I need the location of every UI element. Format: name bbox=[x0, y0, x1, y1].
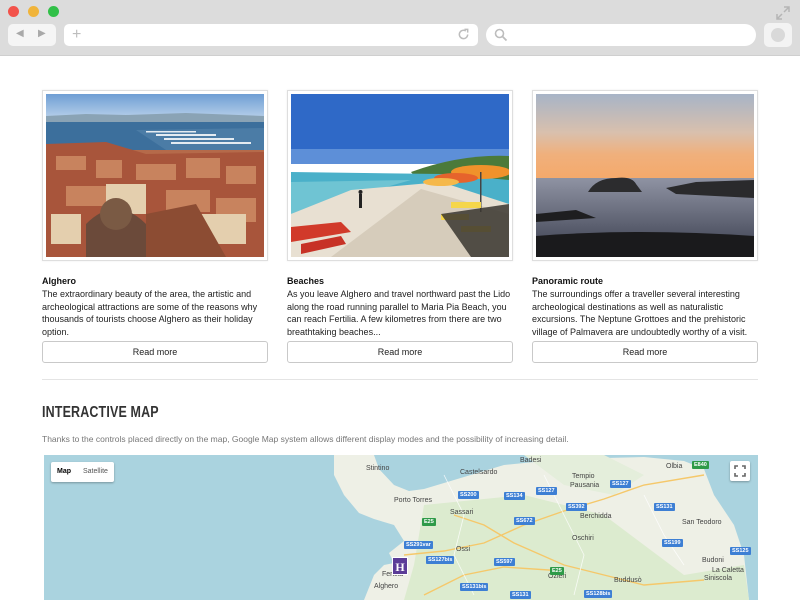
road-label: SS291var bbox=[404, 541, 433, 549]
card-text: The extraordinary beauty of the area, th… bbox=[42, 289, 258, 338]
map-place-label: Sassari bbox=[450, 509, 474, 516]
road-label: SS131 bbox=[510, 591, 531, 599]
map-place-label: Oschiri bbox=[572, 535, 594, 542]
search-icon bbox=[494, 28, 508, 42]
card-title: Alghero bbox=[42, 276, 77, 286]
panoramic-route-photo bbox=[532, 90, 758, 261]
beaches-photo bbox=[287, 90, 513, 261]
fullscreen-button[interactable] bbox=[730, 461, 750, 481]
map-place-label: Stintino bbox=[366, 465, 390, 472]
extension-button[interactable] bbox=[764, 23, 792, 47]
map-place-label: Tempio bbox=[572, 473, 595, 480]
address-bar[interactable]: + bbox=[64, 24, 478, 46]
road-label: SS131 bbox=[654, 503, 675, 511]
map-place-label: Ossi bbox=[456, 546, 470, 553]
hotel-marker-icon[interactable]: H bbox=[392, 557, 408, 575]
reload-icon[interactable] bbox=[457, 28, 470, 41]
new-tab-icon[interactable]: + bbox=[72, 25, 81, 45]
map-place-label: Porto Torres bbox=[394, 497, 432, 504]
section-divider bbox=[42, 379, 758, 380]
map-place-label: Olbia bbox=[666, 463, 683, 470]
map-section-title: INTERACTIVE MAP bbox=[42, 404, 159, 421]
map-place-label: Siniscola bbox=[704, 575, 733, 582]
map-place-label: Berchidda bbox=[580, 513, 612, 520]
minimize-window-button[interactable] bbox=[28, 6, 39, 17]
card-title: Beaches bbox=[287, 276, 325, 286]
fullscreen-icon bbox=[734, 465, 746, 477]
navigation-buttons: ◀ ▶ bbox=[8, 24, 56, 46]
card-title: Panoramic route bbox=[532, 276, 604, 286]
card-panoramic-route: Panoramic route The surroundings offer a… bbox=[532, 90, 758, 363]
search-bar[interactable] bbox=[486, 24, 756, 46]
road-label: SS200 bbox=[458, 491, 479, 499]
close-window-button[interactable] bbox=[8, 6, 19, 17]
read-more-button[interactable]: Read more bbox=[42, 341, 268, 363]
road-label: SS392 bbox=[566, 503, 587, 511]
maximize-window-button[interactable] bbox=[48, 6, 59, 17]
card-text: As you leave Alghero and travel northwar… bbox=[287, 289, 511, 338]
map-type-toggle: Map Satellite bbox=[51, 462, 114, 482]
map-place-label: Buddusò bbox=[614, 577, 642, 584]
road-label: SS127 bbox=[610, 480, 631, 488]
card-beaches: Beaches As you leave Alghero and travel … bbox=[287, 90, 513, 363]
road-label: SS125 bbox=[730, 547, 751, 555]
map-place-label: Pausania bbox=[570, 482, 600, 489]
interactive-map[interactable]: Map Satellite Stintino Badesi Castelsard… bbox=[44, 455, 758, 600]
road-label: SS127bis bbox=[426, 556, 455, 564]
road-label: SS128bis bbox=[584, 590, 613, 598]
map-place-label: La Caletta bbox=[712, 567, 744, 574]
map-place-label: San Teodoro bbox=[682, 519, 722, 526]
road-label: E25 bbox=[422, 518, 436, 526]
read-more-button[interactable]: Read more bbox=[287, 341, 513, 363]
read-more-button[interactable]: Read more bbox=[532, 341, 758, 363]
map-section-description: Thanks to the controls placed directly o… bbox=[42, 434, 569, 444]
map-place-label: Alghero bbox=[374, 583, 399, 590]
forward-icon[interactable]: ▶ bbox=[38, 28, 46, 39]
road-label: SS131bis bbox=[460, 583, 489, 591]
road-label: E25 bbox=[550, 567, 564, 575]
road-label: SS597 bbox=[494, 558, 515, 566]
map-place-label: Castelsardo bbox=[460, 469, 498, 476]
back-icon[interactable]: ◀ bbox=[16, 28, 24, 39]
road-label: SS199 bbox=[662, 539, 683, 547]
map-place-label: Badesi bbox=[520, 457, 542, 464]
road-label: SS672 bbox=[514, 517, 535, 525]
map-view-button[interactable]: Map bbox=[51, 462, 77, 482]
road-label: SS127 bbox=[536, 487, 557, 495]
satellite-view-button[interactable]: Satellite bbox=[77, 462, 114, 482]
map-place-label: Budoni bbox=[702, 557, 724, 564]
browser-toolbar: ◀ ▶ + bbox=[0, 0, 800, 56]
card-text: The surroundings offer a traveller sever… bbox=[532, 289, 748, 338]
road-label: SS134 bbox=[504, 492, 525, 500]
expand-icon[interactable] bbox=[776, 6, 790, 20]
alghero-photo bbox=[42, 90, 268, 261]
road-label: E840 bbox=[692, 461, 709, 469]
card-alghero: Alghero The extraordinary beauty of the … bbox=[42, 90, 268, 363]
